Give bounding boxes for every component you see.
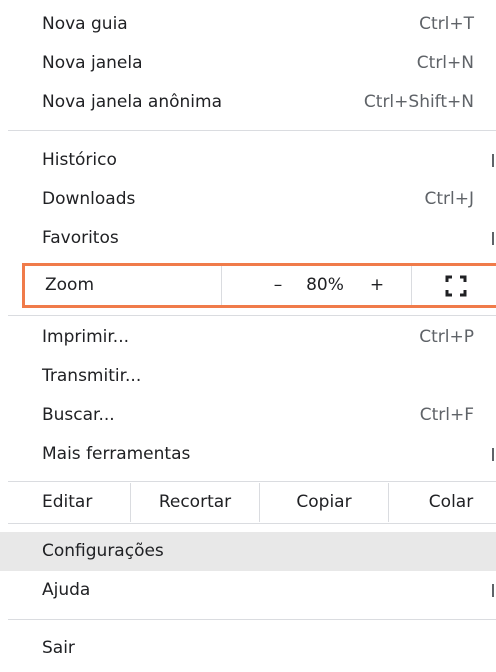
fullscreen-icon[interactable] xyxy=(445,275,467,297)
divider xyxy=(221,266,222,305)
menu-item-label: Buscar... xyxy=(42,405,115,425)
menu-item-bookmarks[interactable]: Favoritos xyxy=(0,219,496,258)
menu-item-exit[interactable]: Sair xyxy=(0,629,496,668)
menu-item-cast[interactable]: Transmitir... xyxy=(0,357,496,396)
separator xyxy=(8,315,496,316)
menu-item-label: Favoritos xyxy=(42,228,119,248)
menu-item-settings[interactable]: Configurações xyxy=(0,532,496,571)
shortcut-label: Ctrl+J xyxy=(424,189,474,209)
menu-item-label: Imprimir... xyxy=(42,327,130,347)
menu-item-print[interactable]: Imprimir... Ctrl+P xyxy=(0,318,496,357)
menu-item-downloads[interactable]: Downloads Ctrl+J xyxy=(0,180,496,219)
edit-label: Editar xyxy=(42,492,93,512)
zoom-in-button[interactable]: + xyxy=(355,266,399,305)
shortcut-label: Ctrl+F xyxy=(419,405,474,425)
separator xyxy=(8,130,496,131)
divider xyxy=(411,266,412,305)
separator xyxy=(8,523,496,524)
browser-menu: Nova guia Ctrl+T Nova janela Ctrl+N Nova… xyxy=(0,0,496,672)
menu-item-find[interactable]: Buscar... Ctrl+F xyxy=(0,396,496,435)
menu-item-label: Nova janela anônima xyxy=(42,92,222,112)
submenu-arrow-icon xyxy=(492,154,496,167)
paste-button[interactable]: Colar xyxy=(389,483,496,522)
submenu-arrow-icon xyxy=(492,448,496,461)
menu-item-new-window[interactable]: Nova janela Ctrl+N xyxy=(0,44,496,83)
cut-button[interactable]: Recortar xyxy=(131,483,259,522)
menu-item-incognito-window[interactable]: Nova janela anônima Ctrl+Shift+N xyxy=(0,83,496,122)
copy-button[interactable]: Copiar xyxy=(260,483,388,522)
zoom-label: Zoom xyxy=(45,275,95,295)
menu-item-label: Configurações xyxy=(42,541,164,561)
menu-item-more-tools[interactable]: Mais ferramentas xyxy=(0,435,496,474)
menu-item-label: Sair xyxy=(42,638,75,658)
menu-item-new-tab[interactable]: Nova guia Ctrl+T xyxy=(0,5,496,44)
menu-item-history[interactable]: Histórico xyxy=(0,141,496,180)
shortcut-label: Ctrl+N xyxy=(416,53,474,73)
separator xyxy=(8,481,496,482)
menu-item-label: Downloads xyxy=(42,189,136,209)
shortcut-label: Ctrl+T xyxy=(419,14,474,34)
shortcut-label: Ctrl+Shift+N xyxy=(363,92,474,112)
zoom-row: Zoom – 80% + xyxy=(22,263,496,308)
menu-item-label: Nova guia xyxy=(42,14,128,34)
menu-item-label: Transmitir... xyxy=(42,366,142,386)
menu-item-label: Ajuda xyxy=(42,580,91,600)
menu-item-label: Mais ferramentas xyxy=(42,444,191,464)
menu-item-label: Histórico xyxy=(42,150,117,170)
edit-row: Editar Recortar Copiar Colar xyxy=(0,483,496,522)
submenu-arrow-icon xyxy=(492,232,496,245)
menu-item-help[interactable]: Ajuda xyxy=(0,571,496,610)
shortcut-label: Ctrl+P xyxy=(419,327,474,347)
separator xyxy=(8,619,496,620)
zoom-level: 80% xyxy=(306,275,344,295)
submenu-arrow-icon xyxy=(492,584,496,597)
menu-item-label: Nova janela xyxy=(42,53,143,73)
